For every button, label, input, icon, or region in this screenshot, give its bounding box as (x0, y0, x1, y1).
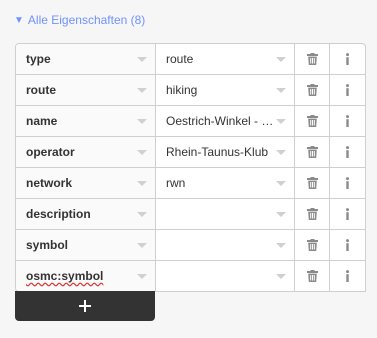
tag-key-input[interactable]: network (16, 168, 156, 198)
trash-icon (306, 177, 318, 189)
tag-row: route hiking (16, 75, 365, 106)
key-dropdown-caret-icon[interactable] (137, 57, 147, 62)
tag-info-button[interactable] (330, 230, 365, 260)
tag-key-text: symbol (26, 238, 69, 252)
tag-key-text: name (26, 114, 58, 128)
tag-key-input[interactable]: type (16, 44, 156, 74)
key-dropdown-caret-icon[interactable] (137, 181, 147, 186)
triangle-down-icon: ▼ (14, 14, 24, 26)
tag-key-input[interactable]: route (16, 75, 156, 105)
tag-row: osmc:symbol (16, 261, 365, 291)
tag-value-text: rwn (166, 176, 186, 190)
delete-tag-button[interactable] (295, 106, 330, 136)
key-dropdown-caret-icon[interactable] (137, 212, 147, 217)
add-tag-button[interactable] (15, 291, 155, 321)
tag-value-input[interactable]: Oestrich-Winkel - Hallgarten - Oestrich-… (156, 106, 295, 136)
tag-key-text: route (26, 83, 56, 97)
value-dropdown-caret-icon[interactable] (276, 57, 286, 62)
tag-row: type route (16, 44, 365, 75)
delete-tag-button[interactable] (295, 261, 330, 291)
value-dropdown-caret-icon[interactable] (276, 88, 286, 93)
tag-key-text: network (26, 176, 73, 190)
tag-info-button[interactable] (330, 199, 365, 229)
value-dropdown-caret-icon[interactable] (276, 119, 286, 124)
tag-value-text: Rhein-Taunus-Klub (166, 145, 269, 159)
info-icon (345, 239, 350, 251)
delete-tag-button[interactable] (295, 137, 330, 167)
tag-key-input[interactable]: name (16, 106, 156, 136)
tag-row: name Oestrich-Winkel - Hallgarten - Oestr… (16, 106, 365, 137)
all-tags-toggle[interactable]: ▼ Alle Eigenschaften (8) (14, 13, 145, 27)
trash-icon (306, 84, 318, 96)
tag-key-input[interactable]: operator (16, 137, 156, 167)
key-dropdown-caret-icon[interactable] (137, 243, 147, 248)
value-dropdown-caret-icon[interactable] (276, 243, 286, 248)
tag-key-text: description (26, 207, 91, 221)
key-dropdown-caret-icon[interactable] (137, 88, 147, 93)
value-dropdown-caret-icon[interactable] (276, 181, 286, 186)
trash-icon (306, 146, 318, 158)
trash-icon (306, 208, 318, 220)
tag-editor-table: type route route hiking name Oestrich-Winkel … (15, 43, 366, 292)
tag-key-input[interactable]: osmc:symbol (16, 261, 156, 291)
tag-value-input[interactable]: hiking (156, 75, 295, 105)
delete-tag-button[interactable] (295, 75, 330, 105)
trash-icon (306, 115, 318, 127)
tag-row: description (16, 199, 365, 230)
key-dropdown-caret-icon[interactable] (137, 274, 147, 279)
delete-tag-button[interactable] (295, 230, 330, 260)
tag-value-text: Oestrich-Winkel - Hallgarten - Oestrich-… (166, 114, 276, 128)
tag-key-input[interactable]: description (16, 199, 156, 229)
tag-row: network rwn (16, 168, 365, 199)
info-icon (345, 53, 350, 65)
tag-value-input[interactable]: Rhein-Taunus-Klub (156, 137, 295, 167)
tag-row: symbol (16, 230, 365, 261)
tag-value-input[interactable] (156, 261, 295, 291)
info-icon (345, 270, 350, 282)
section-title: Alle Eigenschaften (8) (27, 13, 146, 27)
value-dropdown-caret-icon[interactable] (276, 212, 286, 217)
delete-tag-button[interactable] (295, 44, 330, 74)
tag-info-button[interactable] (330, 168, 365, 198)
trash-icon (306, 270, 318, 282)
tag-value-input[interactable]: rwn (156, 168, 295, 198)
value-dropdown-caret-icon[interactable] (276, 150, 286, 155)
delete-tag-button[interactable] (295, 199, 330, 229)
info-icon (345, 115, 350, 127)
tag-info-button[interactable] (330, 137, 365, 167)
info-icon (345, 177, 350, 189)
tag-info-button[interactable] (330, 261, 365, 291)
tag-info-button[interactable] (330, 44, 365, 74)
tag-row: operator Rhein-Taunus-Klub (16, 137, 365, 168)
tag-value-text: route (166, 52, 194, 66)
tag-key-text: osmc:symbol (26, 269, 104, 283)
tag-value-input[interactable]: route (156, 44, 295, 74)
info-icon (345, 146, 350, 158)
key-dropdown-caret-icon[interactable] (137, 150, 147, 155)
tag-key-text: operator (26, 145, 75, 159)
trash-icon (306, 239, 318, 251)
tag-value-input[interactable] (156, 230, 295, 260)
tag-info-button[interactable] (330, 106, 365, 136)
tag-key-input[interactable]: symbol (16, 230, 156, 260)
tag-value-input[interactable] (156, 199, 295, 229)
tag-info-button[interactable] (330, 75, 365, 105)
plus-icon (79, 300, 91, 312)
key-dropdown-caret-icon[interactable] (137, 119, 147, 124)
info-icon (345, 208, 350, 220)
tag-key-text: type (26, 52, 51, 66)
tag-value-text: hiking (166, 83, 198, 97)
trash-icon (306, 53, 318, 65)
delete-tag-button[interactable] (295, 168, 330, 198)
info-icon (345, 84, 350, 96)
value-dropdown-caret-icon[interactable] (276, 274, 286, 279)
